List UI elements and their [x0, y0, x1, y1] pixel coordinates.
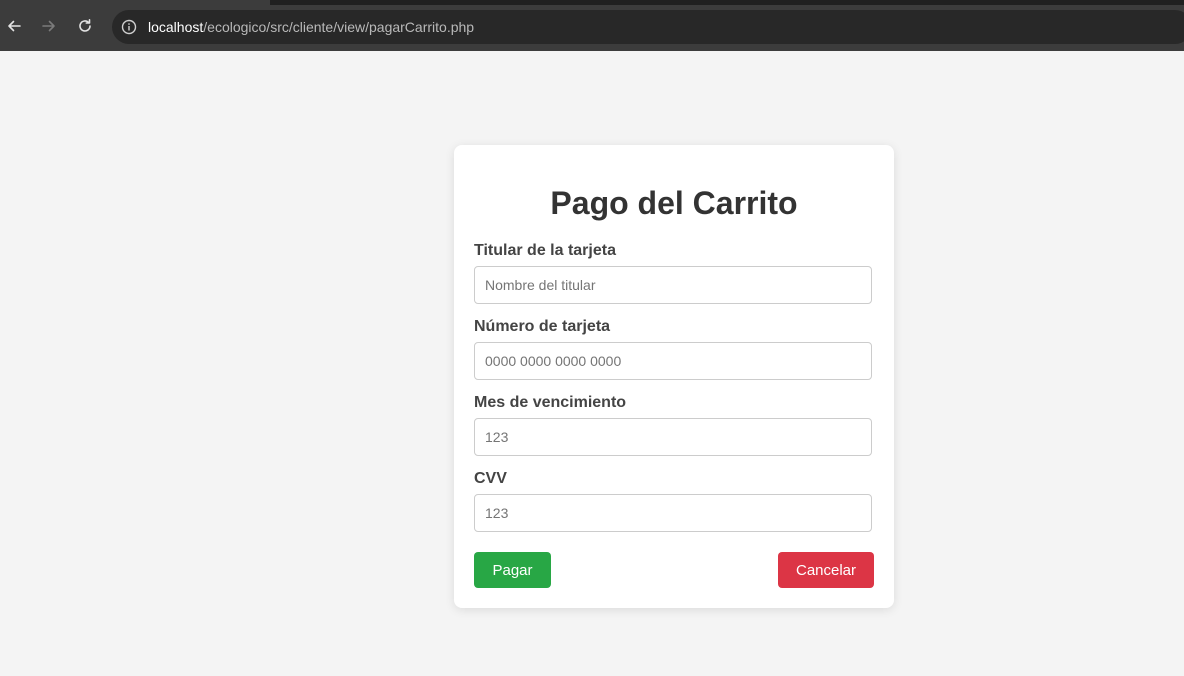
reload-icon [79, 19, 91, 32]
back-button[interactable] [1, 11, 27, 41]
url-text[interactable]: localhost/ecologico/src/cliente/view/pag… [148, 19, 474, 35]
address-bar[interactable]: localhost/ecologico/src/cliente/view/pag… [112, 10, 1184, 44]
site-info-icon[interactable] [121, 19, 137, 35]
cvv-input[interactable] [474, 494, 872, 532]
cvv-label: CVV [474, 470, 507, 487]
cardholder-label: Titular de la tarjeta [474, 242, 616, 259]
page-title: Pago del Carrito [550, 185, 798, 221]
reload-button[interactable] [72, 11, 98, 41]
forward-arrow-icon [42, 20, 55, 32]
browser-chrome: localhost/ecologico/src/cliente/view/pag… [0, 0, 1184, 51]
expiry-month-label: Mes de vencimiento [474, 394, 627, 411]
forward-button[interactable] [36, 11, 62, 41]
expiry-month-input[interactable] [474, 418, 872, 456]
pay-button[interactable]: Pagar [474, 552, 551, 588]
cancel-button[interactable]: Cancelar [778, 552, 874, 588]
card-number-label: Número de tarjeta [474, 318, 611, 335]
url-path: /ecologico/src/cliente/view/pagarCarrito… [203, 19, 475, 35]
url-host: localhost [148, 19, 204, 35]
payment-card: Pago del Carrito Titular de la tarjeta N… [454, 145, 894, 608]
cardholder-input[interactable] [474, 266, 872, 304]
browser-toolbar: localhost/ecologico/src/cliente/view/pag… [0, 5, 1184, 51]
card-number-input[interactable] [474, 342, 872, 380]
back-arrow-icon [8, 20, 21, 32]
